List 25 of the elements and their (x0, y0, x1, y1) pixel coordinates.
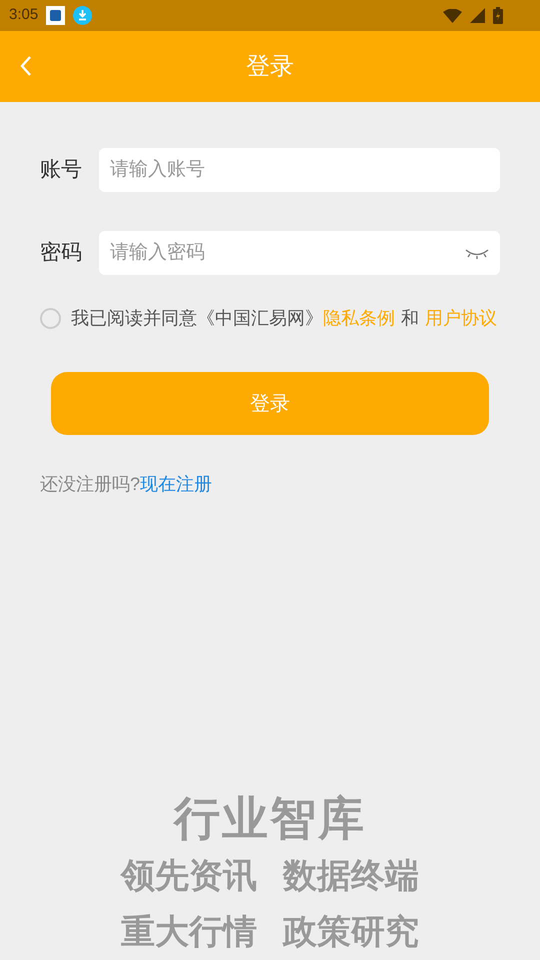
and-text: 和 (401, 307, 419, 330)
checkbox[interactable] (40, 308, 61, 329)
eye-closed-icon[interactable] (465, 247, 489, 259)
status-time: 3:05 (9, 5, 38, 26)
slogan-text: 领先资讯 (121, 855, 257, 898)
register-prompt: 还没注册吗? (40, 473, 140, 496)
slogan-text: 数据终端 (283, 855, 419, 898)
privacy-link[interactable]: 隐私条例 (323, 305, 395, 332)
slogan-text: 政策研究 (283, 911, 419, 954)
slogan-text: 重大行情 (121, 911, 257, 954)
app-notification-icon (46, 6, 66, 25)
slogan-title: 行业智库 (174, 790, 366, 846)
input-field[interactable]: 请输入账号 (99, 148, 500, 192)
login-button[interactable]: 登录 (51, 372, 489, 435)
page-title: 登录 (246, 52, 294, 82)
field-label: 账号 (40, 157, 83, 184)
signal-icon (470, 8, 485, 23)
wifi-icon (443, 8, 462, 22)
battery-icon (493, 7, 503, 24)
field-label: 密码 (40, 240, 83, 266)
user-agreement-link[interactable]: 用户协议 (425, 305, 497, 332)
input-field[interactable]: 请输入密码 (99, 231, 500, 275)
agreement-text: 我已阅读并同意《中国汇易网》 (71, 307, 323, 330)
download-icon (73, 6, 92, 25)
register-link[interactable]: 现在注册 (140, 471, 212, 498)
